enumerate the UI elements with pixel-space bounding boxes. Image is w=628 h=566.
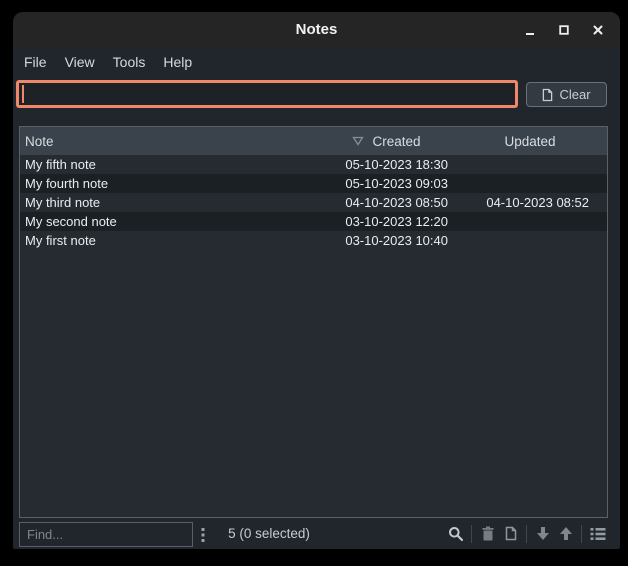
app-window: Notes File View Tools Help: [13, 12, 620, 549]
table-row[interactable]: My fourth note 05-10-2023 09:03: [20, 174, 607, 193]
window-controls: [520, 12, 608, 48]
table-row[interactable]: My third note 04-10-2023 08:50 04-10-202…: [20, 193, 607, 212]
list-view-button[interactable]: [586, 523, 609, 545]
clear-button[interactable]: Clear: [526, 82, 607, 107]
note-created: 03-10-2023 10:40: [320, 231, 453, 250]
note-updated: [453, 155, 607, 174]
column-header-note[interactable]: Note: [20, 127, 320, 155]
table-row[interactable]: My second note 03-10-2023 12:20: [20, 212, 607, 231]
note-created: 05-10-2023 09:03: [320, 174, 453, 193]
arrow-up-icon: [559, 526, 573, 541]
toolbar-icons: [444, 518, 609, 549]
note-updated: [453, 231, 607, 250]
column-header-updated-label: Updated: [504, 134, 555, 149]
trash-icon: [481, 526, 495, 541]
minimize-icon: [523, 23, 537, 37]
maximize-icon: [557, 23, 571, 37]
toolbar-separator: [526, 525, 527, 543]
list-icon: [590, 527, 606, 541]
table-row[interactable]: My first note 03-10-2023 10:40: [20, 231, 607, 250]
column-header-created[interactable]: Created: [320, 127, 453, 155]
titlebar[interactable]: Notes: [13, 12, 620, 48]
status-bar: 5 (0 selected): [13, 518, 620, 549]
note-updated: 04-10-2023 08:52: [453, 193, 607, 212]
column-header-created-label: Created: [372, 134, 420, 149]
note-title: My second note: [20, 212, 320, 231]
desktop-background: Notes File View Tools Help: [0, 0, 628, 566]
note-title: My first note: [20, 231, 320, 250]
delete-button[interactable]: [476, 523, 499, 545]
menu-tools[interactable]: Tools: [104, 48, 155, 76]
note-title: My third note: [20, 193, 320, 212]
note-title: My fifth note: [20, 155, 320, 174]
note-updated: [453, 174, 607, 193]
document-icon: [542, 88, 553, 102]
copy-note-button[interactable]: [499, 523, 522, 545]
note-title: My fourth note: [20, 174, 320, 193]
note-updated: [453, 212, 607, 231]
menu-view[interactable]: View: [56, 48, 104, 76]
note-created: 05-10-2023 18:30: [320, 155, 453, 174]
clear-button-label: Clear: [559, 87, 590, 102]
note-created: 03-10-2023 12:20: [320, 212, 453, 231]
column-header-note-label: Note: [25, 134, 54, 149]
arrow-down-icon: [536, 526, 550, 541]
toolbar-separator: [581, 525, 582, 543]
find-box: [19, 522, 193, 547]
menu-bar: File View Tools Help: [15, 48, 201, 76]
search-button[interactable]: [444, 523, 467, 545]
move-down-button[interactable]: [531, 523, 554, 545]
minimize-button[interactable]: [520, 20, 540, 40]
notes-table: Note Created Updated My fifth note 05-10…: [19, 126, 608, 518]
table-row[interactable]: My fifth note 05-10-2023 18:30: [20, 155, 607, 174]
toolbar-separator: [471, 525, 472, 543]
menu-help[interactable]: Help: [154, 48, 201, 76]
column-header-updated[interactable]: Updated: [453, 127, 607, 155]
document-icon: [505, 526, 517, 541]
status-text: 5 (0 selected): [189, 518, 349, 549]
close-icon: [591, 23, 605, 37]
search-icon: [448, 526, 464, 542]
move-up-button[interactable]: [554, 523, 577, 545]
find-input[interactable]: [20, 523, 192, 546]
text-caret: [22, 85, 24, 103]
menu-file[interactable]: File: [15, 48, 56, 76]
table-body: My fifth note 05-10-2023 18:30 My fourth…: [20, 155, 607, 250]
search-input[interactable]: [16, 80, 518, 108]
note-created: 04-10-2023 08:50: [320, 193, 453, 212]
sort-descending-icon: [352, 136, 364, 146]
maximize-button[interactable]: [554, 20, 574, 40]
table-header: Note Created Updated: [20, 127, 607, 155]
close-button[interactable]: [588, 20, 608, 40]
